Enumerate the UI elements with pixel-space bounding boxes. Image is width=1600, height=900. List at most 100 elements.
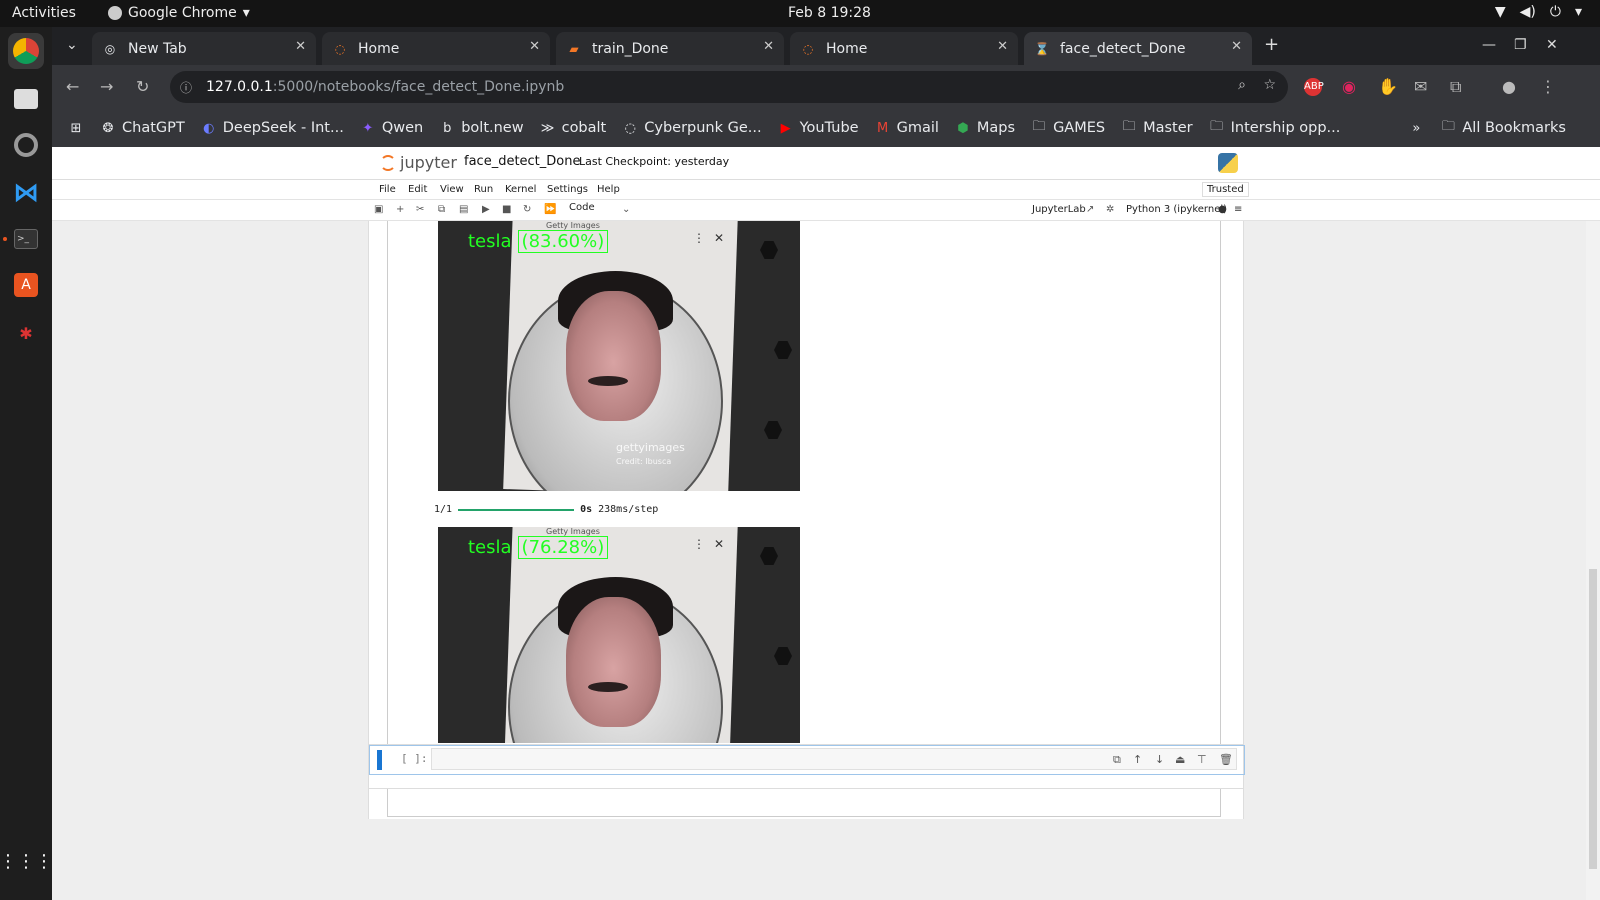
stop-icon[interactable]: ■ [502,204,511,215]
apps-icon[interactable]: ⊞ [68,121,84,136]
empty-code-cell[interactable]: [ ]: ⧉ ↑ ↓ ⏏ ⊤ 🗑 [368,744,1245,789]
new-tab-button[interactable]: + [1264,34,1279,55]
bookmark-star-icon[interactable]: ☆ [1263,77,1276,93]
bookmark-all-bookmarks[interactable]: 🗀 All Bookmarks [1440,117,1566,139]
tab-home-2[interactable]: ◌ Home ✕ [790,32,1018,65]
files-dock-icon[interactable] [8,81,44,117]
browser-window: ⌄ ◎ New Tab ✕ ◌ Home ✕ ▰ train_Done ✕ ◌ Home ✕ ⌛… [52,27,1600,147]
kernel-name[interactable]: Python 3 (ipykernel) [1126,204,1227,215]
copy-icon[interactable]: ⧉ [438,204,445,215]
caret-down-icon: ▾ [242,5,250,21]
terminal-dock-icon[interactable]: >_ [8,221,44,257]
site-info-icon[interactable]: ⓘ [180,79,192,96]
restore-button[interactable]: ❐ [1514,37,1527,53]
bookmark-maps[interactable]: ⬢ Maps [955,120,1015,136]
menu-help[interactable]: Help [597,184,620,195]
extensions-puzzle-icon[interactable]: ⧉ [1450,77,1461,97]
notebook-area[interactable]: Getty Images ⋮ ✕ tesla (83.60%) gettyimag… [368,221,1244,819]
move-down-icon[interactable]: ↓ [1155,753,1164,766]
close-icon[interactable]: ✕ [763,39,774,54]
save-icon[interactable]: ▣ [374,204,383,215]
cell-output-area[interactable]: Getty Images ⋮ ✕ tesla (83.60%) gettyimag… [387,221,1221,817]
menu-run[interactable]: Run [474,184,493,195]
chrome-menu-icon[interactable]: ⋮ [1540,77,1556,96]
forward-button[interactable]: → [100,77,113,96]
notebook-title[interactable]: face_detect_Done [464,154,580,169]
bookmark-folder-intership[interactable]: 🗀 Intership opp... [1209,117,1340,139]
close-window-button[interactable]: ✕ [1546,37,1558,53]
bookmark-qwen[interactable]: ✦ Qwen [360,120,423,136]
close-icon[interactable]: ✕ [1231,39,1242,54]
duplicate-cell-icon[interactable]: ⧉ [1113,753,1121,767]
run-all-icon[interactable]: ⏩ [544,204,556,215]
tab-label: Home [826,40,868,57]
page-scrollbar[interactable] [1586,221,1600,900]
app-grid-icon[interactable]: ⋮⋮⋮ [0,843,53,879]
bookmark-youtube[interactable]: ▶ YouTube [778,120,859,136]
bookmark-bolt[interactable]: b bolt.new [439,120,524,136]
close-icon[interactable]: ✕ [529,39,540,54]
bookmark-deepseek[interactable]: ◐ DeepSeek - Int... [201,120,344,136]
extension-hand-icon[interactable]: ✋ [1378,77,1398,96]
bug-dock-icon[interactable]: ✱ [8,315,44,351]
back-button[interactable]: ← [66,77,79,96]
page-scroll-thumb[interactable] [1589,569,1597,869]
extension-icon[interactable]: ◉ [1342,77,1356,96]
add-cell-icon[interactable]: + [396,204,404,215]
cut-icon[interactable]: ✂ [416,204,424,215]
minimize-button[interactable]: — [1482,37,1496,53]
hamburger-menu-icon[interactable]: ≡ [1234,204,1242,215]
menu-view[interactable]: View [440,184,464,195]
bookmark-cobalt[interactable]: ≫ cobalt [540,120,606,136]
activities-button[interactable]: Activities [12,5,76,21]
volume-icon: ◀) [1519,4,1536,20]
tab-search-icon[interactable]: ⌄ [66,37,78,53]
address-bar[interactable]: ⓘ 127.0.0.1:5000/notebooks/face_detect_D… [170,71,1288,103]
notebook-icon: ▰ [569,41,579,56]
system-tray[interactable]: ▼ ◀) ⏻ ▾ [1495,4,1582,20]
menu-edit[interactable]: Edit [408,184,427,195]
bookmark-gmail[interactable]: M Gmail [875,120,939,136]
run-icon[interactable]: ▶ [482,204,490,215]
tab-home-1[interactable]: ◌ Home ✕ [322,32,550,65]
jupyter-logo[interactable]: jupyter [380,153,457,172]
close-icon[interactable]: ✕ [997,39,1008,54]
tab-face-detect-done[interactable]: ⌛ face_detect_Done ✕ [1024,32,1252,65]
move-up-icon[interactable]: ↑ [1133,753,1142,766]
trusted-badge[interactable]: Trusted [1202,182,1249,197]
menu-file[interactable]: File [379,184,396,195]
extension-mail-icon[interactable]: ✉ [1414,77,1427,96]
bookmark-cyberpunk[interactable]: ◌ Cyberpunk Ge... [622,120,762,136]
profile-avatar[interactable]: ● [1502,77,1516,96]
bookmarks-overflow-icon[interactable]: » [1408,121,1424,136]
delete-cell-icon[interactable]: 🗑 [1219,753,1233,766]
close-icon[interactable]: ✕ [295,39,306,54]
debugger-icon[interactable]: ✲ [1106,204,1114,215]
progress-line: 1/1 0s 238ms/step [434,504,658,515]
settings-dock-icon[interactable] [8,127,44,163]
cell-type-select[interactable]: Code [569,202,595,213]
clock[interactable]: Feb 8 19:28 [788,5,871,21]
zoom-icon[interactable]: ⌕ [1238,77,1246,93]
bookmark-folder-master[interactable]: 🗀 Master [1121,117,1193,139]
menu-kernel[interactable]: Kernel [505,184,536,195]
adblock-icon[interactable]: ABP [1304,78,1324,96]
external-link-icon: ↗ [1086,204,1095,215]
vscode-dock-icon[interactable]: ⋈ [8,175,44,211]
reload-button[interactable]: ↻ [136,77,149,96]
software-dock-icon[interactable]: A [8,267,44,303]
tab-new-tab[interactable]: ◎ New Tab ✕ [92,32,316,65]
url-host: 127.0.0.1 [206,79,273,95]
chevron-down-icon[interactable]: ⌄ [622,204,630,215]
menu-settings[interactable]: Settings [547,184,588,195]
app-menu[interactable]: Google Chrome ▾ [108,5,250,21]
insert-below-icon[interactable]: ⊤ [1197,753,1207,766]
bookmark-folder-games[interactable]: 🗀 GAMES [1031,117,1106,139]
restart-icon[interactable]: ↻ [523,204,531,215]
jupyterlab-link[interactable]: JupyterLab [1032,204,1086,215]
bookmark-chatgpt[interactable]: ❂ ChatGPT [100,120,185,136]
chrome-dock-icon[interactable] [8,33,44,69]
insert-above-icon[interactable]: ⏏ [1175,753,1185,766]
paste-icon[interactable]: ▤ [459,204,468,215]
tab-train-done[interactable]: ▰ train_Done ✕ [556,32,784,65]
